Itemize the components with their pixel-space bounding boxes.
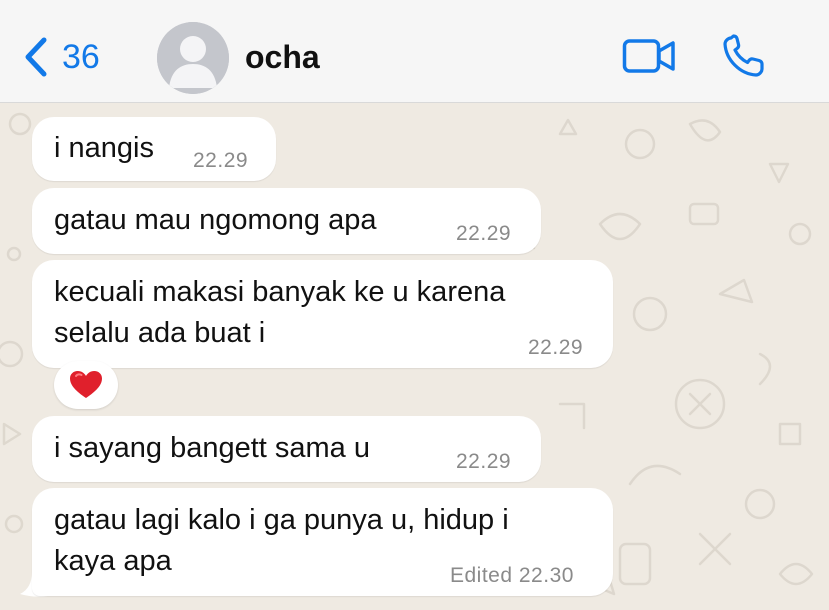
message-bubble[interactable]: gatau lagi kalo i ga punya u, hidup i ka… bbox=[32, 488, 613, 596]
message-text-line-2: selalu ada buat i bbox=[54, 317, 266, 349]
message-text: i nangis bbox=[54, 132, 154, 164]
message-text-line-1: kecuali makasi banyak ke u karena bbox=[54, 276, 506, 308]
voice-call-button[interactable] bbox=[722, 34, 768, 83]
back-button[interactable]: 36 bbox=[22, 36, 100, 78]
message-text-line-2: kaya apa bbox=[54, 545, 172, 577]
message-time: 22.29 bbox=[456, 222, 512, 245]
person-silhouette-icon bbox=[157, 22, 229, 94]
message-time: 22.29 bbox=[528, 336, 584, 359]
reaction-badge[interactable] bbox=[54, 361, 118, 409]
message-bubble[interactable]: i nangis 22.29 bbox=[32, 117, 276, 181]
chat-area[interactable]: i nangis 22.29 gatau mau ngomong apa 22.… bbox=[0, 104, 829, 610]
chat-header: 36 ocha bbox=[0, 0, 829, 103]
unread-count: 36 bbox=[62, 37, 100, 76]
chevron-left-icon bbox=[25, 37, 47, 77]
message-bubble[interactable]: kecuali makasi banyak ke u karena selalu… bbox=[32, 260, 613, 368]
phone-icon bbox=[723, 34, 764, 77]
red-heart-icon bbox=[70, 371, 102, 398]
message-text: gatau mau ngomong apa bbox=[54, 204, 377, 236]
avatar[interactable] bbox=[157, 22, 229, 94]
message-time: Edited 22.30 bbox=[450, 564, 574, 587]
video-call-button[interactable] bbox=[622, 38, 676, 79]
message-bubble[interactable]: gatau mau ngomong apa 22.29 bbox=[32, 188, 541, 254]
video-camera-icon bbox=[622, 39, 675, 73]
message-text-line-1: gatau lagi kalo i ga punya u, hidup i bbox=[54, 504, 509, 536]
chat-screen: 36 ocha i nangis 22.29 gatau mau ngomong… bbox=[0, 0, 829, 610]
message-time: 22.29 bbox=[456, 450, 512, 473]
message-text: i sayang bangett sama u bbox=[54, 432, 370, 464]
message-bubble[interactable]: i sayang bangett sama u 22.29 bbox=[32, 416, 541, 482]
contact-name[interactable]: ocha bbox=[245, 39, 320, 76]
message-time: 22.29 bbox=[193, 149, 249, 172]
